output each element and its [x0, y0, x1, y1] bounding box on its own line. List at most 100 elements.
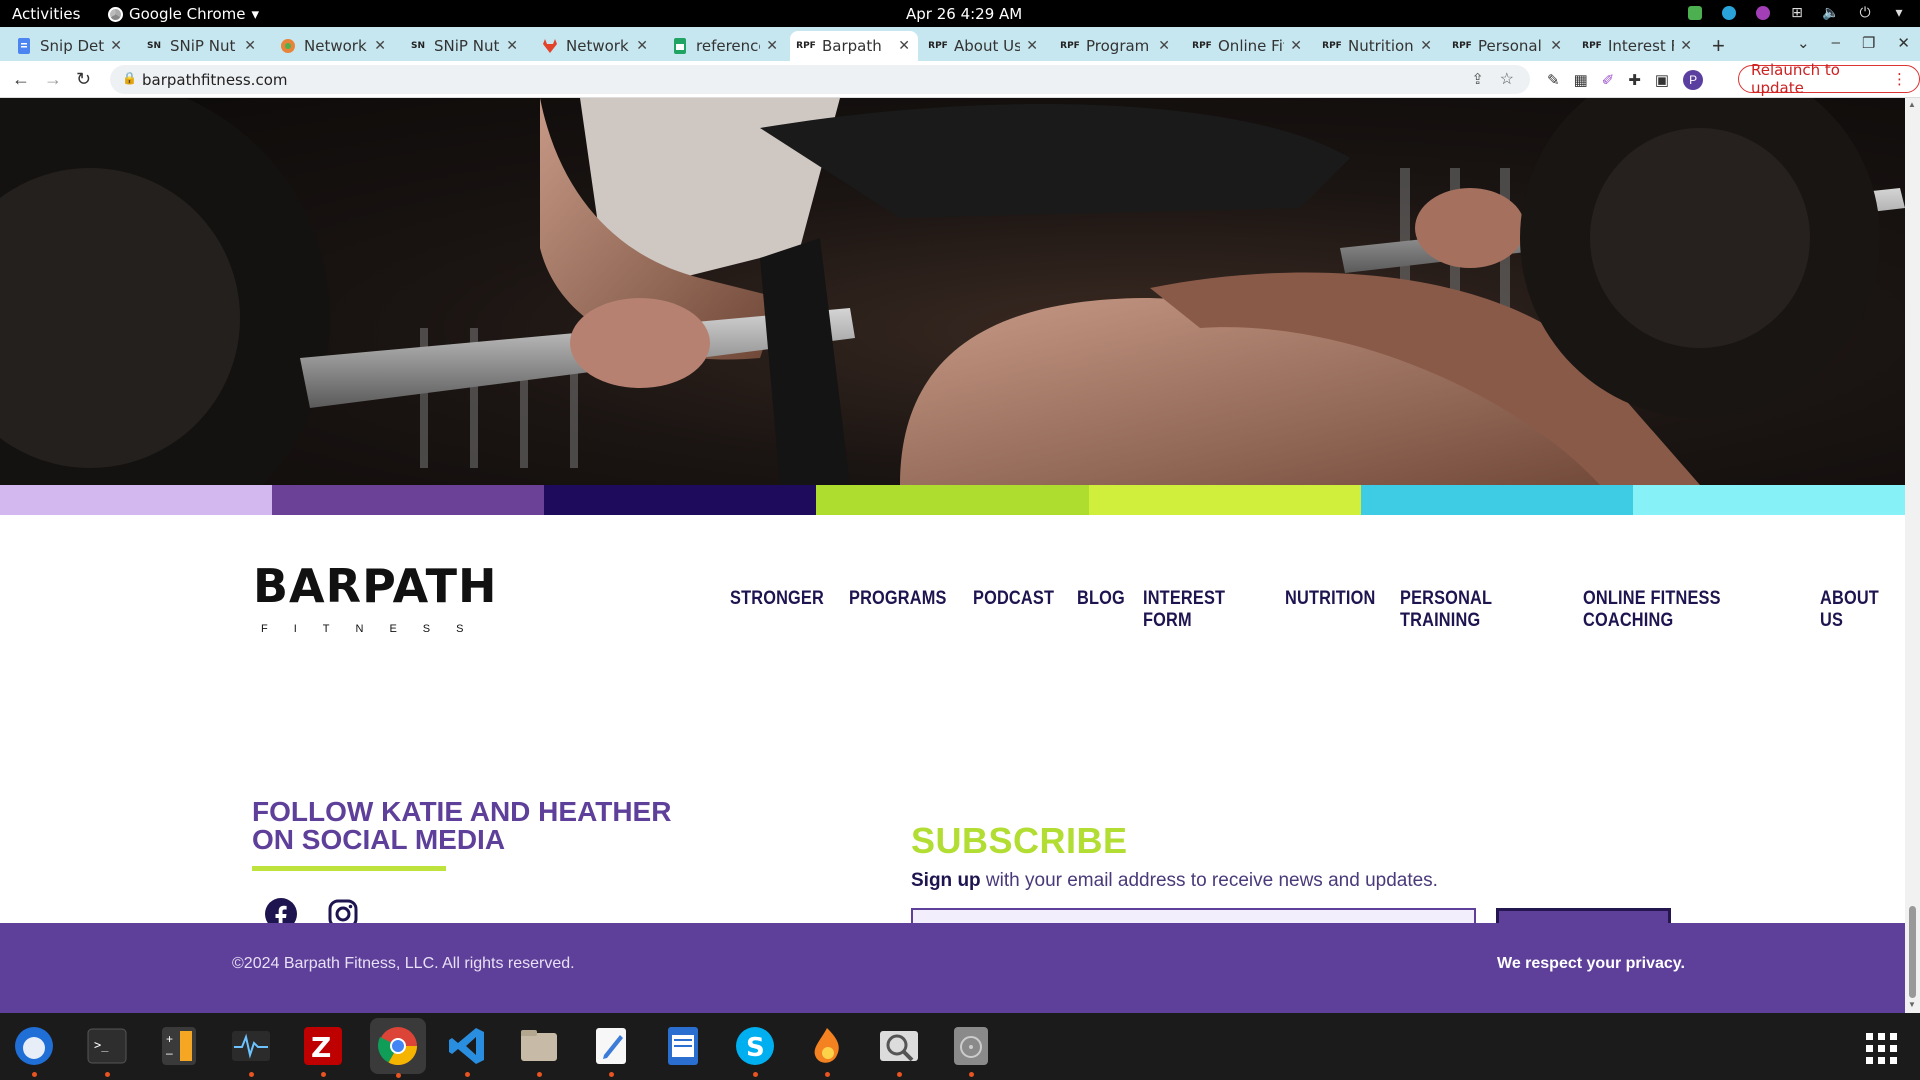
privacy-link[interactable]: We respect your privacy.: [1497, 955, 1685, 973]
close-icon[interactable]: ✕: [766, 38, 778, 54]
eyedropper-icon[interactable]: ✎: [1547, 71, 1560, 89]
close-icon[interactable]: ✕: [244, 38, 256, 54]
libreoffice-writer-icon[interactable]: [659, 1022, 707, 1070]
activities-button[interactable]: Activities: [12, 5, 80, 23]
system-top-bar: Activities Google Chrome ▾ Apr 26 4:29 A…: [0, 0, 1920, 27]
skype-icon[interactable]: S: [731, 1022, 779, 1077]
calendar-ext-icon[interactable]: ▦: [1574, 71, 1588, 89]
tab-6[interactable]: RPF Barpath ✕: [790, 31, 918, 61]
nav-link-online-fitness-coaching[interactable]: ONLINE FITNESS COACHING: [1583, 588, 1778, 632]
pen-ext-icon[interactable]: ✐: [1602, 71, 1615, 89]
nav-link-stronger[interactable]: STRONGER: [730, 588, 824, 632]
tab-title: Network: [566, 37, 629, 55]
tab-1[interactable]: SN SNiP Nut ✕: [138, 31, 264, 61]
tab-0[interactable]: Snip Deta ✕: [8, 31, 130, 61]
scroll-up-icon[interactable]: ▲: [1908, 100, 1916, 109]
back-arrow-icon[interactable]: ←: [12, 69, 30, 90]
sync-icon[interactable]: [1720, 4, 1738, 22]
power-icon[interactable]: ⏻: [1856, 4, 1874, 22]
tab-title: Nutrition: [1348, 37, 1414, 55]
close-icon[interactable]: ✕: [506, 38, 518, 54]
close-window-icon[interactable]: ✕: [1897, 34, 1910, 52]
filezilla-icon[interactable]: Z: [299, 1022, 347, 1077]
tab-7[interactable]: RPF About Us ✕: [922, 31, 1046, 61]
side-panel-icon[interactable]: ▣: [1655, 71, 1669, 89]
profile-avatar[interactable]: P: [1683, 70, 1704, 90]
blender-icon[interactable]: [803, 1022, 851, 1077]
volume-icon[interactable]: 🔈: [1822, 4, 1840, 22]
lock-icon[interactable]: 🔒: [122, 71, 137, 85]
close-icon[interactable]: ✕: [1158, 38, 1170, 54]
tab-12[interactable]: RPF Interest F ✕: [1576, 31, 1700, 61]
caret-down-icon: ▾: [251, 5, 260, 23]
tab-2[interactable]: Network ✕: [272, 31, 394, 61]
calculator-icon[interactable]: + –: [155, 1022, 203, 1070]
relaunch-button[interactable]: Relaunch to update ⋮: [1738, 61, 1920, 97]
system-tray[interactable]: ⊞ 🔈 ⏻ ▾: [1686, 4, 1908, 22]
close-icon[interactable]: ✕: [110, 38, 122, 54]
nav-link-interest-form[interactable]: INTEREST FORM: [1143, 588, 1257, 632]
disk-icon[interactable]: [947, 1022, 995, 1077]
close-icon[interactable]: ✕: [1680, 38, 1692, 54]
rpf-icon: RPF: [1452, 41, 1472, 51]
tab-3[interactable]: SN SNiP Nut ✕: [402, 31, 526, 61]
site-logo[interactable]: BARPATH FITNESS: [253, 563, 497, 635]
tab-10[interactable]: RPF Nutrition ✕: [1316, 31, 1440, 61]
update-icon[interactable]: [1686, 4, 1704, 22]
close-icon[interactable]: ✕: [374, 38, 386, 54]
tab-5[interactable]: reference ✕: [664, 31, 786, 61]
text-editor-icon[interactable]: [587, 1022, 635, 1077]
network-icon[interactable]: ⊞: [1788, 4, 1806, 22]
green-underline: [252, 866, 446, 871]
nav-link-nutrition[interactable]: NUTRITION: [1285, 588, 1376, 632]
tab-title: reference: [696, 37, 760, 55]
terminal-icon[interactable]: >_: [83, 1022, 131, 1077]
close-icon[interactable]: ✕: [636, 38, 648, 54]
nav-link-about-us[interactable]: ABOUT US: [1820, 588, 1893, 632]
tab-11[interactable]: RPF Personal ✕: [1446, 31, 1570, 61]
nav-link-podcast[interactable]: PODCAST: [973, 588, 1054, 632]
page-viewport: BARPATH FITNESS STRONGER PROGRAMS PODCAS…: [0, 98, 1905, 1013]
image-viewer-icon[interactable]: [875, 1022, 923, 1077]
hero-photo-illustration: [0, 98, 1905, 485]
share-icon[interactable]: ⇪: [1471, 70, 1484, 88]
thunderbird-icon[interactable]: [10, 1022, 58, 1077]
scrollbar-thumb[interactable]: [1909, 906, 1916, 998]
rpf-icon: RPF: [1582, 41, 1602, 51]
page-scrollbar[interactable]: ▲ ▼: [1905, 98, 1920, 1013]
scroll-down-icon[interactable]: ▼: [1908, 1000, 1916, 1009]
address-bar[interactable]: 🔒 barpathfitness.com ⇪ ☆: [110, 65, 1530, 94]
tab-9[interactable]: RPF Online Fit ✕: [1186, 31, 1310, 61]
system-monitor-icon[interactable]: [227, 1022, 275, 1077]
puzzle-icon[interactable]: ✚: [1628, 71, 1641, 89]
color-picker-icon[interactable]: [1754, 4, 1772, 22]
caret-down-icon[interactable]: ▾: [1890, 4, 1908, 22]
nav-link-personal-training[interactable]: PERSONAL TRAINING: [1400, 588, 1549, 632]
url-text[interactable]: barpathfitness.com: [142, 71, 287, 89]
nav-link-blog[interactable]: BLOG: [1077, 588, 1125, 632]
close-icon[interactable]: ✕: [1290, 38, 1302, 54]
close-icon[interactable]: ✕: [1420, 38, 1432, 54]
restore-icon[interactable]: ❐: [1862, 34, 1875, 52]
minimize-icon[interactable]: –: [1832, 34, 1840, 52]
app-menu[interactable]: Google Chrome ▾: [108, 5, 259, 23]
forward-arrow-icon[interactable]: →: [44, 69, 62, 90]
reload-icon[interactable]: ↻: [76, 69, 91, 90]
clock[interactable]: Apr 26 4:29 AM: [906, 5, 1022, 23]
new-tab-button[interactable]: +: [1712, 33, 1725, 59]
svg-text:Z: Z: [311, 1031, 331, 1064]
files-icon[interactable]: [515, 1022, 563, 1077]
sheets-icon: [672, 38, 688, 54]
close-icon[interactable]: ✕: [1550, 38, 1562, 54]
tab-search-icon[interactable]: ⌄: [1797, 34, 1810, 52]
nav-link-programs[interactable]: PROGRAMS: [849, 588, 947, 632]
close-icon[interactable]: ✕: [898, 38, 910, 54]
vscode-icon[interactable]: [443, 1022, 491, 1077]
close-icon[interactable]: ✕: [1026, 38, 1038, 54]
tab-4[interactable]: Network ✕: [534, 31, 656, 61]
bookmark-star-icon[interactable]: ☆: [1500, 69, 1514, 89]
chrome-icon[interactable]: [370, 1018, 426, 1078]
tab-8[interactable]: RPF Program ✕: [1054, 31, 1178, 61]
show-apps-icon[interactable]: [1866, 1033, 1897, 1064]
subscribe-text: with your email address to receive news …: [980, 870, 1438, 891]
